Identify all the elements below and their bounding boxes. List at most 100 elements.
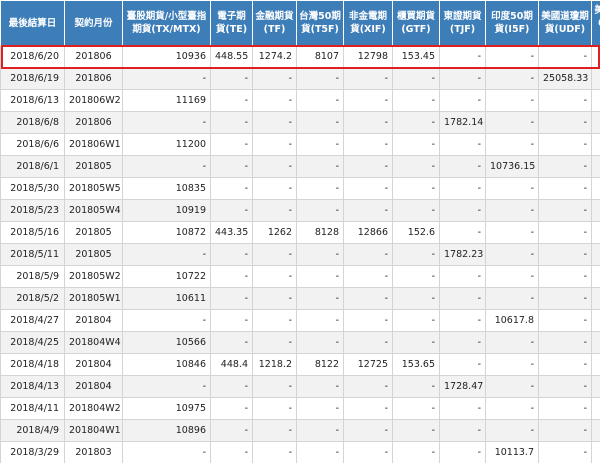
table-row: 2018/5/2201805W110611--------- xyxy=(0,287,600,310)
cell-tx-mtx: 10919 xyxy=(122,199,211,222)
cell-t5f: - xyxy=(296,111,344,134)
cell-settlement-date: 2018/6/8 xyxy=(0,111,65,134)
cell-tx-mtx: - xyxy=(122,243,211,266)
cell-t5f: 8107 xyxy=(296,45,344,68)
cell-te: - xyxy=(210,331,253,354)
cell-i5f: - xyxy=(485,177,539,200)
header-spf: 美國標普500期貨(SPF) xyxy=(591,0,600,46)
cell-i5f: 10736.15 xyxy=(485,155,539,178)
cell-i5f: - xyxy=(485,331,539,354)
table-row: 2018/4/9201804W110896--------- xyxy=(0,419,600,442)
cell-contract-month: 201805 xyxy=(64,243,123,266)
cell-spf: - xyxy=(591,133,600,156)
cell-tx-mtx: 10566 xyxy=(122,331,211,354)
cell-te: - xyxy=(210,375,253,398)
cell-tf: - xyxy=(252,441,297,463)
cell-spf: - xyxy=(591,243,600,266)
cell-tf: - xyxy=(252,111,297,134)
cell-tjf: - xyxy=(439,353,486,376)
cell-i5f: 10113.7 xyxy=(485,441,539,463)
cell-gtf: - xyxy=(392,265,440,288)
cell-tjf: - xyxy=(439,331,486,354)
cell-te: - xyxy=(210,67,253,90)
cell-spf: - xyxy=(591,375,600,398)
cell-i5f: - xyxy=(485,45,539,68)
cell-udf: - xyxy=(538,177,592,200)
cell-settlement-date: 2018/5/23 xyxy=(0,199,65,222)
cell-xif: 12725 xyxy=(343,353,393,376)
cell-contract-month: 201804W1 xyxy=(64,419,123,442)
cell-xif: - xyxy=(343,67,393,90)
cell-spf: - xyxy=(591,111,600,134)
table-row: 2018/4/18 201804 10846 448.4 1218.2 8122 12725… xyxy=(0,353,600,376)
cell-settlement-date: 2018/5/30 xyxy=(0,177,65,200)
cell-udf: - xyxy=(538,441,592,463)
cell-te: 448.4 xyxy=(210,353,253,376)
cell-contract-month: 201804W2 xyxy=(64,397,123,420)
cell-udf: - xyxy=(538,111,592,134)
cell-tf: 1274.2 xyxy=(252,45,297,68)
cell-xif: - xyxy=(343,111,393,134)
cell-t5f: - xyxy=(296,397,344,420)
cell-udf: - xyxy=(538,133,592,156)
cell-tf: 1262 xyxy=(252,221,297,244)
cell-udf: - xyxy=(538,265,592,288)
cell-i5f: - xyxy=(485,353,539,376)
cell-gtf: - xyxy=(392,133,440,156)
cell-t5f: - xyxy=(296,309,344,332)
cell-udf: - xyxy=(538,221,592,244)
cell-tx-mtx: 11200 xyxy=(122,133,211,156)
table-row: 2018/5/23201805W410919--------- xyxy=(0,199,600,222)
cell-contract-month: 201804 xyxy=(64,375,123,398)
cell-i5f: - xyxy=(485,199,539,222)
table-row: 2018/6/19201806--------25058.332776.85 xyxy=(0,67,600,90)
cell-contract-month: 201805W5 xyxy=(64,177,123,200)
cell-settlement-date: 2018/4/25 xyxy=(0,331,65,354)
cell-tjf: 1782.23 xyxy=(439,243,486,266)
header-tf: 金融期貨(TF) xyxy=(252,0,297,46)
cell-spf: - xyxy=(591,89,600,112)
cell-settlement-date: 2018/4/11 xyxy=(0,397,65,420)
header-xif: 非金電期貨(XIF) xyxy=(343,0,393,46)
cell-udf: - xyxy=(538,309,592,332)
cell-contract-month: 201805 xyxy=(64,155,123,178)
cell-udf: - xyxy=(538,287,592,310)
cell-contract-month: 201805 xyxy=(64,221,123,244)
cell-udf: - xyxy=(538,397,592,420)
cell-gtf: 153.45 xyxy=(392,45,440,68)
cell-udf: - xyxy=(538,419,592,442)
cell-tx-mtx: - xyxy=(122,155,211,178)
cell-spf: - xyxy=(591,419,600,442)
cell-settlement-date: 2018/6/13 xyxy=(0,89,65,112)
cell-xif: 12798 xyxy=(343,45,393,68)
cell-te: - xyxy=(210,199,253,222)
cell-udf: 25058.33 xyxy=(538,67,592,90)
header-t5f: 台灣50期貨(T5F) xyxy=(296,0,344,46)
cell-tjf: - xyxy=(439,155,486,178)
cell-tf: - xyxy=(252,419,297,442)
cell-t5f: - xyxy=(296,133,344,156)
cell-spf: 2776.85 xyxy=(591,67,600,90)
cell-xif: - xyxy=(343,177,393,200)
cell-xif: - xyxy=(343,265,393,288)
cell-tjf: 1728.47 xyxy=(439,375,486,398)
cell-xif: - xyxy=(343,287,393,310)
cell-contract-month: 201805W2 xyxy=(64,265,123,288)
cell-xif: - xyxy=(343,89,393,112)
cell-tf: - xyxy=(252,199,297,222)
cell-tjf: - xyxy=(439,265,486,288)
header-i5f: 印度50期貨(I5F) xyxy=(485,0,539,46)
cell-tx-mtx: 11169 xyxy=(122,89,211,112)
table-row: 2018/4/13201804------1728.47--- xyxy=(0,375,600,398)
cell-tx-mtx: 10835 xyxy=(122,177,211,200)
cell-xif: - xyxy=(343,375,393,398)
cell-spf: - xyxy=(591,177,600,200)
cell-xif: - xyxy=(343,397,393,420)
cell-settlement-date: 2018/5/11 xyxy=(0,243,65,266)
cell-contract-month: 201804 xyxy=(64,353,123,376)
table-row: 2018/4/11201804W210975--------- xyxy=(0,397,600,420)
table-row: 2018/5/16 201805 10872 443.35 1262 8128 12866 1… xyxy=(0,221,600,244)
cell-xif: - xyxy=(343,199,393,222)
cell-xif: - xyxy=(343,243,393,266)
cell-t5f: 8128 xyxy=(296,221,344,244)
